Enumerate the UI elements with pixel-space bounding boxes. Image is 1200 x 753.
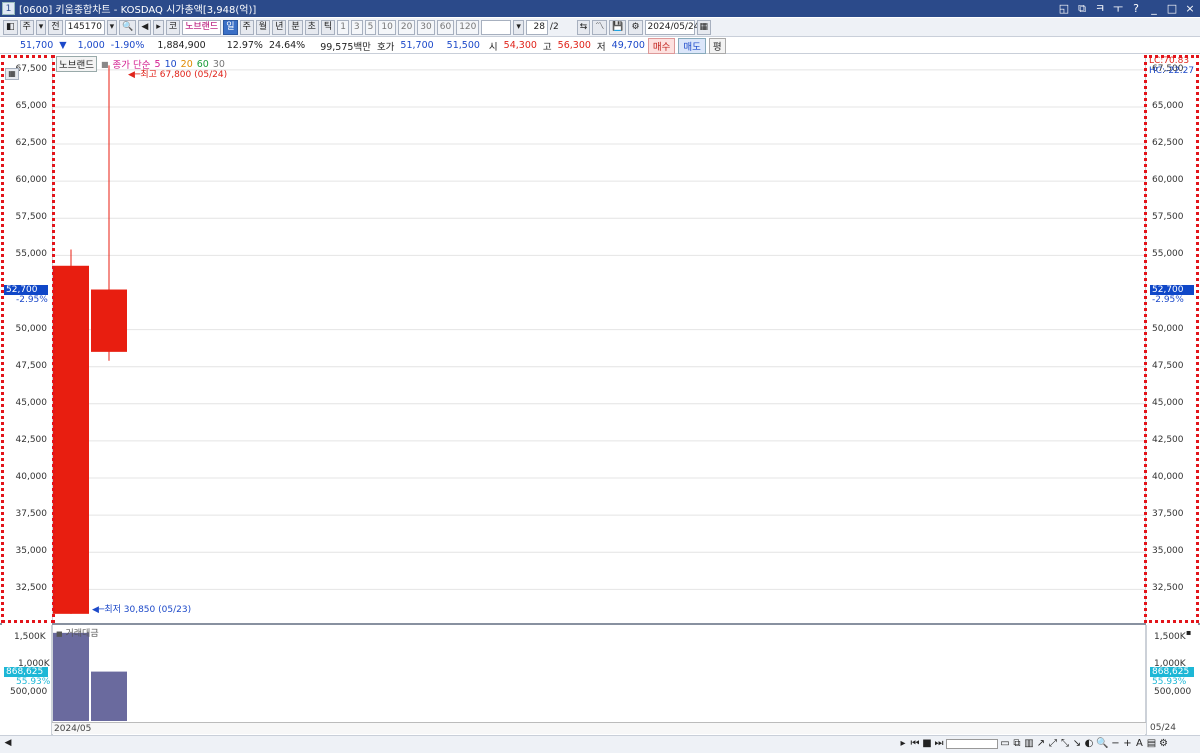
trend-icon[interactable]: ↘ (1072, 737, 1082, 751)
candle-body (91, 289, 127, 352)
stock-name-tag[interactable]: 노브랜드 (56, 56, 97, 72)
current-price-marker-left: 52,700 (4, 285, 48, 295)
collapse-icon[interactable]: ▪ (1186, 628, 1191, 637)
volume-pct-left: 55.93% (16, 677, 51, 687)
lc-value: LC:70.83 (1149, 56, 1190, 66)
high-annotation: ◀─최고 67,800 (05/24) (128, 70, 228, 80)
palette-icon[interactable]: ◐ (1084, 737, 1094, 751)
table-icon[interactable]: ▤ (1146, 737, 1156, 751)
volume-bar (53, 632, 89, 721)
date-axis: 2024/05 (52, 722, 1146, 734)
price-tick-right: 45,000 (1152, 397, 1184, 408)
volume-legend: ■ 거래대금 (56, 629, 99, 639)
chart-canvas[interactable] (0, 0, 1200, 753)
current-pct-left: -2.95% (16, 295, 48, 305)
price-tick-left: 40,000 (15, 472, 48, 483)
price-tick-left: 32,500 (15, 583, 48, 594)
chart-icon[interactable]: ▥ (1024, 737, 1034, 751)
zoom-icon[interactable]: 🔍 (1096, 737, 1108, 751)
zoom-out-icon[interactable]: − (1110, 737, 1120, 751)
candle-body (53, 265, 89, 614)
settings-icon[interactable]: ⚙ (1158, 737, 1168, 751)
grid-icon[interactable]: ▦ (5, 68, 19, 80)
price-tick-right: 47,500 (1152, 360, 1184, 371)
price-tick-right: 65,000 (1152, 100, 1184, 111)
left-arrow-icon: ◀─ (128, 70, 141, 80)
volume-bar (91, 671, 127, 721)
square-icon: ■ (100, 59, 109, 69)
pane-icon[interactable]: ▭ (1000, 737, 1010, 751)
font-icon[interactable]: A (1134, 737, 1144, 751)
price-tick-right: 57,500 (1152, 212, 1184, 223)
price-tick-right: 62,500 (1152, 138, 1184, 149)
left-arrow-icon: ◀─ (92, 605, 105, 615)
price-tick-left: 55,000 (15, 249, 48, 260)
price-tick-right: 60,000 (1152, 175, 1184, 186)
scroll-tools: ▸ ⏮ ■ ⏭ ▭ ⧉ ▥ ↗ ⤢ ⤡ ↘ ◐ 🔍 − + A ▤ ⚙ (898, 737, 1168, 751)
price-tick-left: 50,000 (15, 323, 48, 334)
vol-tick-left: 1,500K (14, 632, 46, 642)
price-tick-left: 60,000 (15, 175, 48, 186)
vol-tick-left: 500,000 (10, 687, 48, 697)
rewind-icon[interactable]: ⏮ (910, 737, 920, 751)
scroll-slider[interactable] (946, 739, 998, 749)
price-tick-right: 32,500 (1152, 583, 1184, 594)
price-tick-right: 35,000 (1152, 546, 1184, 557)
stop-icon[interactable]: ■ (922, 737, 932, 751)
trend-icon[interactable]: ⤢ (1048, 737, 1058, 751)
price-tick-left: 45,000 (15, 397, 48, 408)
trend-icon[interactable]: ↗ (1036, 737, 1046, 751)
vol-tick-right: 1,500K (1154, 632, 1186, 642)
price-tick-left: 65,000 (15, 100, 48, 111)
volume-marker-right: 868,625 (1150, 667, 1194, 677)
play-icon[interactable]: ▸ (898, 737, 908, 751)
date-axis-right: 05/24 (1150, 723, 1176, 733)
zoom-in-icon[interactable]: + (1122, 737, 1132, 751)
square-icon: ■ (56, 630, 63, 638)
forward-icon[interactable]: ⏭ (934, 737, 944, 751)
volume-marker-left: 868,625 (4, 667, 48, 677)
price-tick-left: 57,500 (15, 212, 48, 223)
price-tick-left: 62,500 (15, 138, 48, 149)
low-annotation: ◀─최저 30,850 (05/23) (92, 605, 192, 615)
price-tick-right: 50,000 (1152, 323, 1184, 334)
price-tick-right: 40,000 (1152, 472, 1184, 483)
price-tick-right: 37,500 (1152, 509, 1184, 520)
price-tick-left: 35,000 (15, 546, 48, 557)
price-tick-left: 37,500 (15, 509, 48, 520)
price-tick-left: 47,500 (15, 360, 48, 371)
copy-icon[interactable]: ⧉ (1012, 737, 1022, 751)
chart-scrollbar[interactable]: ◀ ▸ ⏮ ■ ⏭ ▭ ⧉ ▥ ↗ ⤢ ⤡ ↘ ◐ 🔍 − + A ▤ ⚙ (0, 735, 1200, 753)
indicator-readout: LC:70.83 HC:-22.27 (1149, 56, 1194, 76)
price-tick-right: 55,000 (1152, 249, 1184, 260)
hc-value: HC:-22.27 (1149, 66, 1195, 76)
trend-icon[interactable]: ⤡ (1060, 737, 1070, 751)
vol-tick-right: 500,000 (1154, 687, 1192, 697)
volume-pct-right: 55.93% (1152, 677, 1187, 687)
current-price-marker-right: 52,700 (1150, 285, 1194, 295)
price-tick-left: 42,500 (15, 434, 48, 445)
price-tick-right: 42,500 (1152, 434, 1184, 445)
current-pct-right: -2.95% (1152, 295, 1184, 305)
scroll-left-icon[interactable]: ◀ (2, 738, 14, 751)
